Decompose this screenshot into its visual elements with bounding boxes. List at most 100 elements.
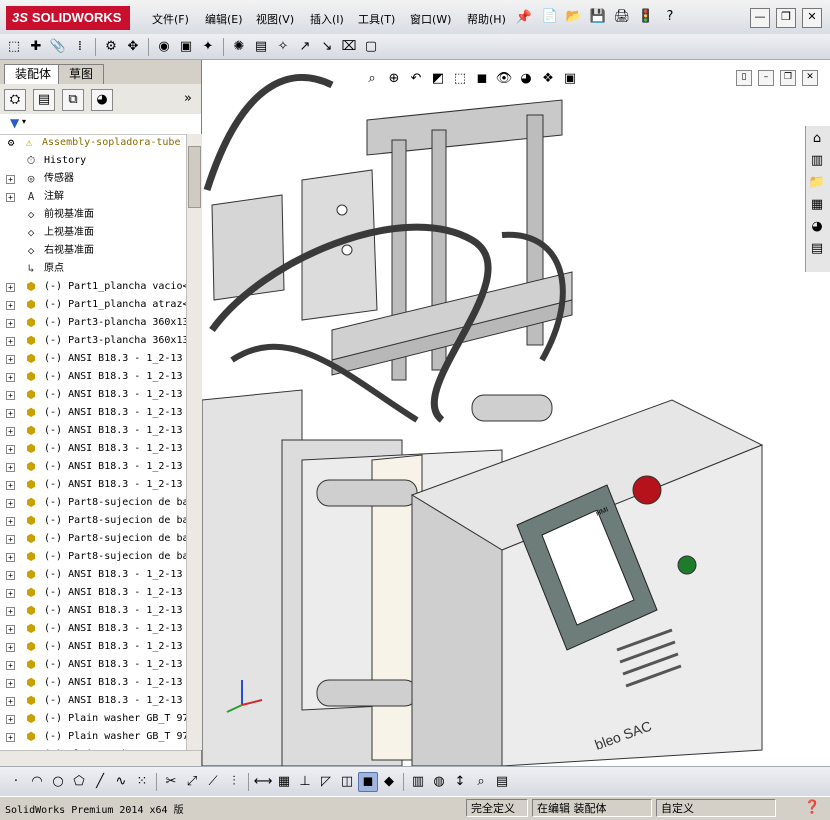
tree-item[interactable]: + ⬢ (-) ANSI B18.3 - 1_2-13 [0,620,186,638]
tab-sketch[interactable]: 草图 [58,64,105,85]
centerpoint-arc-icon[interactable]: ◠ [27,772,47,792]
tree-scrollbar[interactable] [186,134,202,750]
expand-toggle-icon[interactable]: + [6,427,15,436]
graphics-area[interactable]: HMI bleo SAC ⌕ ⊕ ↶ ◩ ⬚ ◼ 👁 ◕ ❖ ▣ ▯ – ❐ ✕… [202,60,830,766]
tree-item[interactable]: + ⬢ (-) Part8-sujecion de ba [0,530,186,548]
tree-item[interactable]: + ⬢ (-) ANSI B18.3 - 1_2-13 [0,368,186,386]
viewport-minimize-icon[interactable]: – [758,70,774,86]
menu-view[interactable]: 视图(V) [256,11,294,27]
zoom-to-fit-icon[interactable]: ⌕ [362,68,382,88]
offset-icon[interactable]: ⟋ [203,772,223,792]
display-manager-icon[interactable]: ◕ [91,89,113,111]
tree-item[interactable]: + ⬢ (-) Part3-plancha 360x13 [0,314,186,332]
rebuild-traffic-light-icon[interactable]: 🚦 [636,6,656,26]
reference-geometry-icon[interactable]: ✦ [198,37,218,57]
insert-component-icon[interactable]: ✚ [26,37,46,57]
tree-item[interactable]: + ⬢ (-) Part1_plancha vacio< [0,278,186,296]
search-icon[interactable]: ⌕ [471,772,491,792]
apply-scene-icon[interactable]: ❖ [538,68,558,88]
menu-tools[interactable]: 工具(T) [358,11,395,27]
tree-item[interactable]: + ⬢ (-) ANSI B18.3 - 1_2-13 [0,566,186,584]
explode-line-icon[interactable]: ↗ [295,37,315,57]
expand-toggle-icon[interactable]: + [6,571,15,580]
display-style-icon[interactable]: ◼ [472,68,492,88]
tree-item[interactable]: + ⬢ (-) Part8-sujecion de ba [0,512,186,530]
custom-properties-icon[interactable]: ▤ [807,238,827,258]
expand-toggle-icon[interactable]: + [6,499,15,508]
expand-toggle-icon[interactable]: + [6,175,15,184]
print-icon[interactable]: 🖨 [612,6,632,26]
pin-icon[interactable]: 📌 [514,7,534,27]
expand-toggle-icon[interactable]: + [6,535,15,544]
tree-item[interactable]: + ⬢ (-) ANSI B18.3 - 1_2-13 [0,476,186,494]
solidworks-resources-icon[interactable]: ⌂ [807,128,827,148]
expand-toggle-icon[interactable]: + [6,607,15,616]
trim-icon[interactable]: ✂ [161,772,181,792]
expand-panel-icon[interactable]: » [184,91,192,106]
properties-icon[interactable]: ▢ [361,37,381,57]
tree-item[interactable]: + ⬢ (-) ANSI B18.3 - 1_2-13 [0,386,186,404]
sketch-point-icon[interactable]: · [6,772,26,792]
chevron-down-icon[interactable]: ▾ [22,117,26,126]
restore-button[interactable]: ❐ [776,8,796,28]
tree-item[interactable]: + ⬢ (-) ANSI B18.3 - 1_2-13 [0,440,186,458]
tree-item[interactable]: + ⬢ (-) Part1_plancha atraz< [0,296,186,314]
expand-toggle-icon[interactable]: + [6,661,15,670]
tree-root-assembly[interactable]: ⚙ ⚠ Assembly-sopladora-tube [0,134,186,152]
expand-toggle-icon[interactable]: + [6,589,15,598]
viewport-close-icon[interactable]: ✕ [802,70,818,86]
mass-properties-icon[interactable]: ◍ [429,772,449,792]
expand-toggle-icon[interactable]: + [6,319,15,328]
instant3d-icon[interactable]: ↘ [317,37,337,57]
expand-toggle-icon[interactable]: + [6,445,15,454]
tree-item[interactable]: + ⬢ (-) Plain washer GB_T 97 [0,728,186,746]
polygon-icon[interactable]: ⬠ [69,772,89,792]
expand-toggle-icon[interactable]: + [6,283,15,292]
tree-item[interactable]: + ⬢ (-) ANSI B18.3 - 1_2-13 [0,656,186,674]
expand-toggle-icon[interactable]: + [6,409,15,418]
status-units[interactable]: 自定义 [656,799,776,817]
spline-icon[interactable]: ∿ [111,772,131,792]
mirror-icon[interactable]: ⫶ [224,772,244,792]
expand-toggle-icon[interactable]: + [6,733,15,742]
tree-item[interactable]: ⏱ History [0,152,186,170]
menu-window[interactable]: 窗口(W) [410,11,451,27]
expand-toggle-icon[interactable]: + [6,193,15,202]
expand-toggle-icon[interactable]: + [6,643,15,652]
tree-item[interactable]: ◇ 上视基准面 [0,224,186,242]
save-icon[interactable]: 💾 [588,6,608,26]
tree-scrollbar-thumb[interactable] [188,146,201,208]
expand-toggle-icon[interactable]: + [6,679,15,688]
tree-item[interactable]: + ⬢ (-) Plain washer GB_T 97 [0,710,186,728]
zoom-area-icon[interactable]: ⊕ [384,68,404,88]
tree-item[interactable]: + ⬢ (-) Part8-sujecion de ba [0,548,186,566]
table-icon[interactable]: ▤ [492,772,512,792]
expand-toggle-icon[interactable]: + [6,355,15,364]
tree-item[interactable]: + ⬢ (-) ANSI B18.3 - 1_2-13 [0,584,186,602]
previous-view-icon[interactable]: ↶ [406,68,426,88]
expand-toggle-icon[interactable]: + [6,715,15,724]
viewport-restore-icon[interactable]: ❐ [780,70,796,86]
feature-manager-tree-icon[interactable]: ⛭ [4,89,26,111]
filter-icon[interactable]: ▼ [10,116,19,130]
tree-item[interactable]: + ⬢ (-) ANSI B18.3 - 1_2-13 [0,422,186,440]
appearances-icon[interactable]: ◕ [807,216,827,236]
expand-toggle-icon[interactable]: + [6,517,15,526]
measure-icon[interactable]: ▥ [408,772,428,792]
tree-item[interactable]: ◇ 右视基准面 [0,242,186,260]
construction-icon[interactable]: ⁙ [132,772,152,792]
new-document-icon[interactable]: 📄 [540,6,560,26]
display-dropdown-icon[interactable]: ◆ [379,772,399,792]
shaded-view-icon[interactable]: ◼ [358,771,378,792]
assembly-features-icon[interactable]: ▣ [176,37,196,57]
exploded-view-icon[interactable]: ✧ [273,37,293,57]
grid-icon[interactable]: ▦ [274,772,294,792]
relations-icon[interactable]: ⊥ [295,772,315,792]
cube-view-icon[interactable]: ◫ [337,772,357,792]
tree-item[interactable]: + ⬢ (-) ANSI B18.3 - 1_2-13 [0,674,186,692]
mate-icon[interactable]: 📎 [48,37,68,57]
menu-file[interactable]: 文件(F) [152,11,189,27]
expand-toggle-icon[interactable]: + [6,391,15,400]
component-icon[interactable]: ⬚ [4,37,24,57]
design-library-icon[interactable]: ▥ [807,150,827,170]
